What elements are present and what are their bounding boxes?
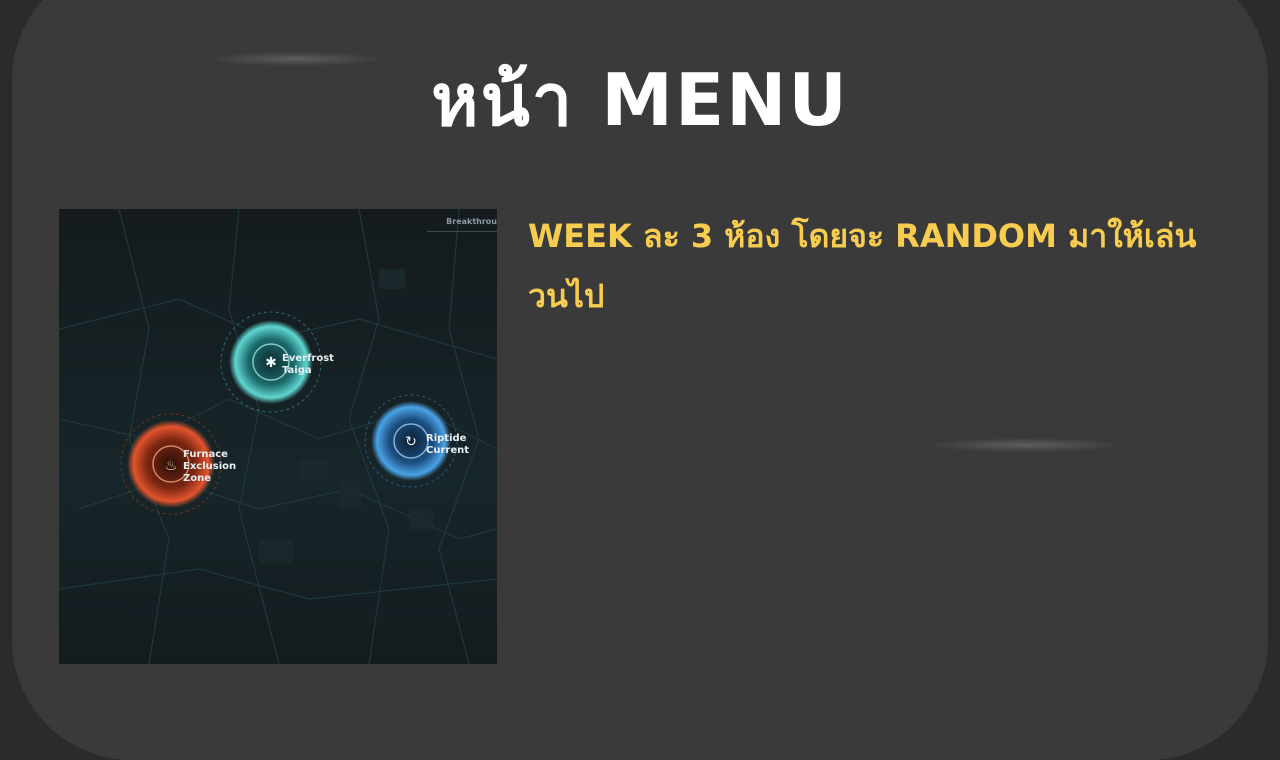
wave-icon: ↻ xyxy=(405,434,417,450)
node-label: Riptide xyxy=(426,433,467,444)
description-text: WEEK ละ 3 ห้อง โดยจะ RANDOM มาให้เล่น วน… xyxy=(528,217,1197,315)
header-divider xyxy=(427,231,497,232)
node-label: Current xyxy=(426,445,469,456)
page-title: หน้า MENU xyxy=(431,58,849,142)
node-label: Exclusion xyxy=(183,461,236,472)
flame-icon: ♨ xyxy=(165,458,178,474)
node-label: Taiga xyxy=(282,365,312,376)
node-label: Zone xyxy=(183,473,211,484)
snowflake-icon: ✱ xyxy=(265,355,277,371)
map-background: ✱ Everfrost Taiga ↻ Riptide Current ♨ Fu… xyxy=(59,209,497,664)
node-label: Furnace xyxy=(183,449,228,460)
game-menu-screenshot: ✱ Everfrost Taiga ↻ Riptide Current ♨ Fu… xyxy=(59,209,497,664)
node-label: Everfrost xyxy=(282,353,334,364)
decorative-smudge xyxy=(925,438,1125,452)
screenshot-header-tab[interactable]: Breakthrou xyxy=(446,217,497,226)
